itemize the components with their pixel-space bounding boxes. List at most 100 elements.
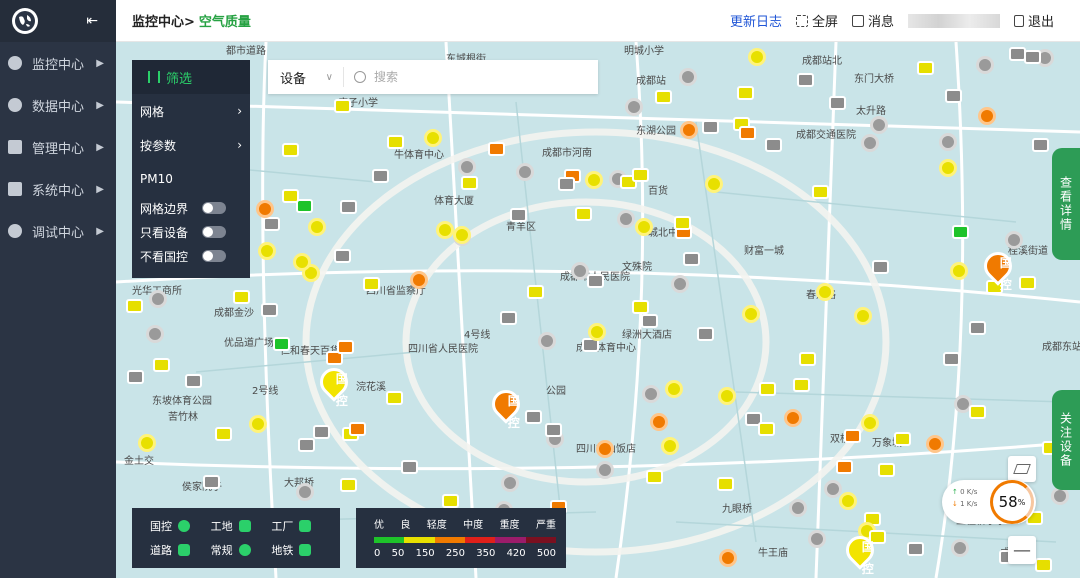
device-marker[interactable]	[646, 470, 663, 484]
device-marker[interactable]	[632, 168, 649, 182]
device-marker[interactable]	[442, 494, 459, 508]
device-marker[interactable]	[545, 423, 562, 437]
sidebar-item-system[interactable]: 系统中心 ▶	[0, 168, 116, 210]
device-marker[interactable]	[588, 323, 606, 341]
device-marker[interactable]	[296, 483, 314, 501]
device-marker[interactable]	[978, 107, 996, 125]
device-marker[interactable]	[939, 133, 957, 151]
device-marker[interactable]	[812, 185, 829, 199]
device-marker[interactable]	[334, 99, 351, 113]
device-marker[interactable]	[717, 477, 734, 491]
device-marker[interactable]	[1019, 276, 1036, 290]
device-marker[interactable]	[870, 116, 888, 134]
device-marker[interactable]	[340, 200, 357, 214]
device-marker[interactable]	[632, 300, 649, 314]
device-marker[interactable]	[596, 461, 614, 479]
device-marker[interactable]	[671, 275, 689, 293]
device-marker[interactable]	[233, 290, 250, 304]
device-marker[interactable]	[943, 352, 960, 366]
device-marker[interactable]	[401, 460, 418, 474]
device-marker[interactable]	[697, 327, 714, 341]
device-marker[interactable]	[349, 422, 366, 436]
device-marker[interactable]	[797, 73, 814, 87]
device-marker[interactable]	[641, 314, 658, 328]
device-marker[interactable]	[719, 549, 737, 567]
user-name-blurred[interactable]	[907, 13, 1000, 28]
device-marker[interactable]	[458, 158, 476, 176]
search-type-select[interactable]: 设备 ∨	[268, 67, 344, 87]
device-marker[interactable]	[461, 176, 478, 190]
device-marker[interactable]	[249, 415, 267, 433]
device-marker[interactable]	[372, 169, 389, 183]
device-marker[interactable]	[334, 249, 351, 263]
device-marker[interactable]	[453, 226, 471, 244]
device-marker[interactable]	[655, 90, 672, 104]
device-marker[interactable]	[705, 175, 723, 193]
device-marker[interactable]	[969, 321, 986, 335]
device-marker[interactable]	[742, 305, 760, 323]
logout-button[interactable]: 退出	[1013, 11, 1054, 30]
device-marker[interactable]	[765, 138, 782, 152]
device-marker[interactable]	[680, 121, 698, 139]
menu-collapse-icon[interactable]: ⇤	[86, 13, 98, 29]
device-marker[interactable]	[739, 126, 756, 140]
device-marker[interactable]	[488, 142, 505, 156]
device-marker[interactable]	[635, 218, 653, 236]
sidebar-item-debug[interactable]: 调试中心 ▶	[0, 210, 116, 252]
globe-logo-icon[interactable]	[12, 8, 38, 34]
search-input[interactable]	[374, 70, 574, 84]
device-marker[interactable]	[854, 307, 872, 325]
fullscreen-button[interactable]: 全屏	[795, 11, 838, 30]
device-marker[interactable]	[538, 332, 556, 350]
device-marker[interactable]	[585, 171, 603, 189]
layers-button[interactable]	[1008, 456, 1036, 482]
device-marker[interactable]	[829, 96, 846, 110]
device-marker[interactable]	[153, 358, 170, 372]
device-marker[interactable]	[661, 437, 679, 455]
device-marker[interactable]	[758, 422, 775, 436]
device-marker[interactable]	[1032, 138, 1049, 152]
device-marker[interactable]	[650, 413, 668, 431]
device-marker[interactable]	[718, 387, 736, 405]
device-marker[interactable]	[894, 432, 911, 446]
device-marker[interactable]	[907, 542, 924, 556]
device-marker[interactable]	[138, 434, 156, 452]
device-marker[interactable]	[558, 177, 575, 191]
device-marker[interactable]	[282, 143, 299, 157]
device-marker[interactable]	[424, 129, 442, 147]
filter-by-param[interactable]: 按参数 ›	[132, 128, 250, 162]
device-marker[interactable]	[386, 391, 403, 405]
filter-param-value[interactable]: PM10	[132, 162, 250, 196]
device-marker[interactable]	[261, 303, 278, 317]
device-marker[interactable]	[759, 382, 776, 396]
device-marker[interactable]	[263, 217, 280, 231]
device-marker[interactable]	[387, 135, 404, 149]
device-marker[interactable]	[642, 385, 660, 403]
device-marker[interactable]	[500, 311, 517, 325]
device-marker[interactable]	[824, 480, 842, 498]
only-device-toggle[interactable]	[202, 226, 226, 238]
device-marker[interactable]	[282, 189, 299, 203]
sidebar-item-monitor[interactable]: 监控中心 ▶	[0, 42, 116, 84]
device-marker[interactable]	[258, 242, 276, 260]
device-marker[interactable]	[799, 352, 816, 366]
device-marker[interactable]	[308, 218, 326, 236]
device-marker[interactable]	[436, 221, 454, 239]
device-marker[interactable]	[784, 409, 802, 427]
device-marker[interactable]	[816, 283, 834, 301]
device-marker[interactable]	[273, 337, 290, 351]
messages-button[interactable]: 消息	[851, 11, 894, 30]
device-marker[interactable]	[410, 271, 428, 289]
device-marker[interactable]	[789, 499, 807, 517]
sidebar-item-data[interactable]: 数据中心 ▶	[0, 84, 116, 126]
follow-device-tab[interactable]: 关注设备	[1052, 390, 1080, 490]
view-detail-tab[interactable]: 查看详情	[1052, 148, 1080, 260]
device-marker[interactable]	[587, 274, 604, 288]
device-marker[interactable]	[256, 200, 274, 218]
filter-header[interactable]: 筛选	[132, 60, 250, 94]
device-marker[interactable]	[146, 325, 164, 343]
device-marker[interactable]	[617, 210, 635, 228]
device-marker[interactable]	[527, 285, 544, 299]
sidebar-item-manage[interactable]: 管理中心 ▶	[0, 126, 116, 168]
device-marker[interactable]	[839, 492, 857, 510]
